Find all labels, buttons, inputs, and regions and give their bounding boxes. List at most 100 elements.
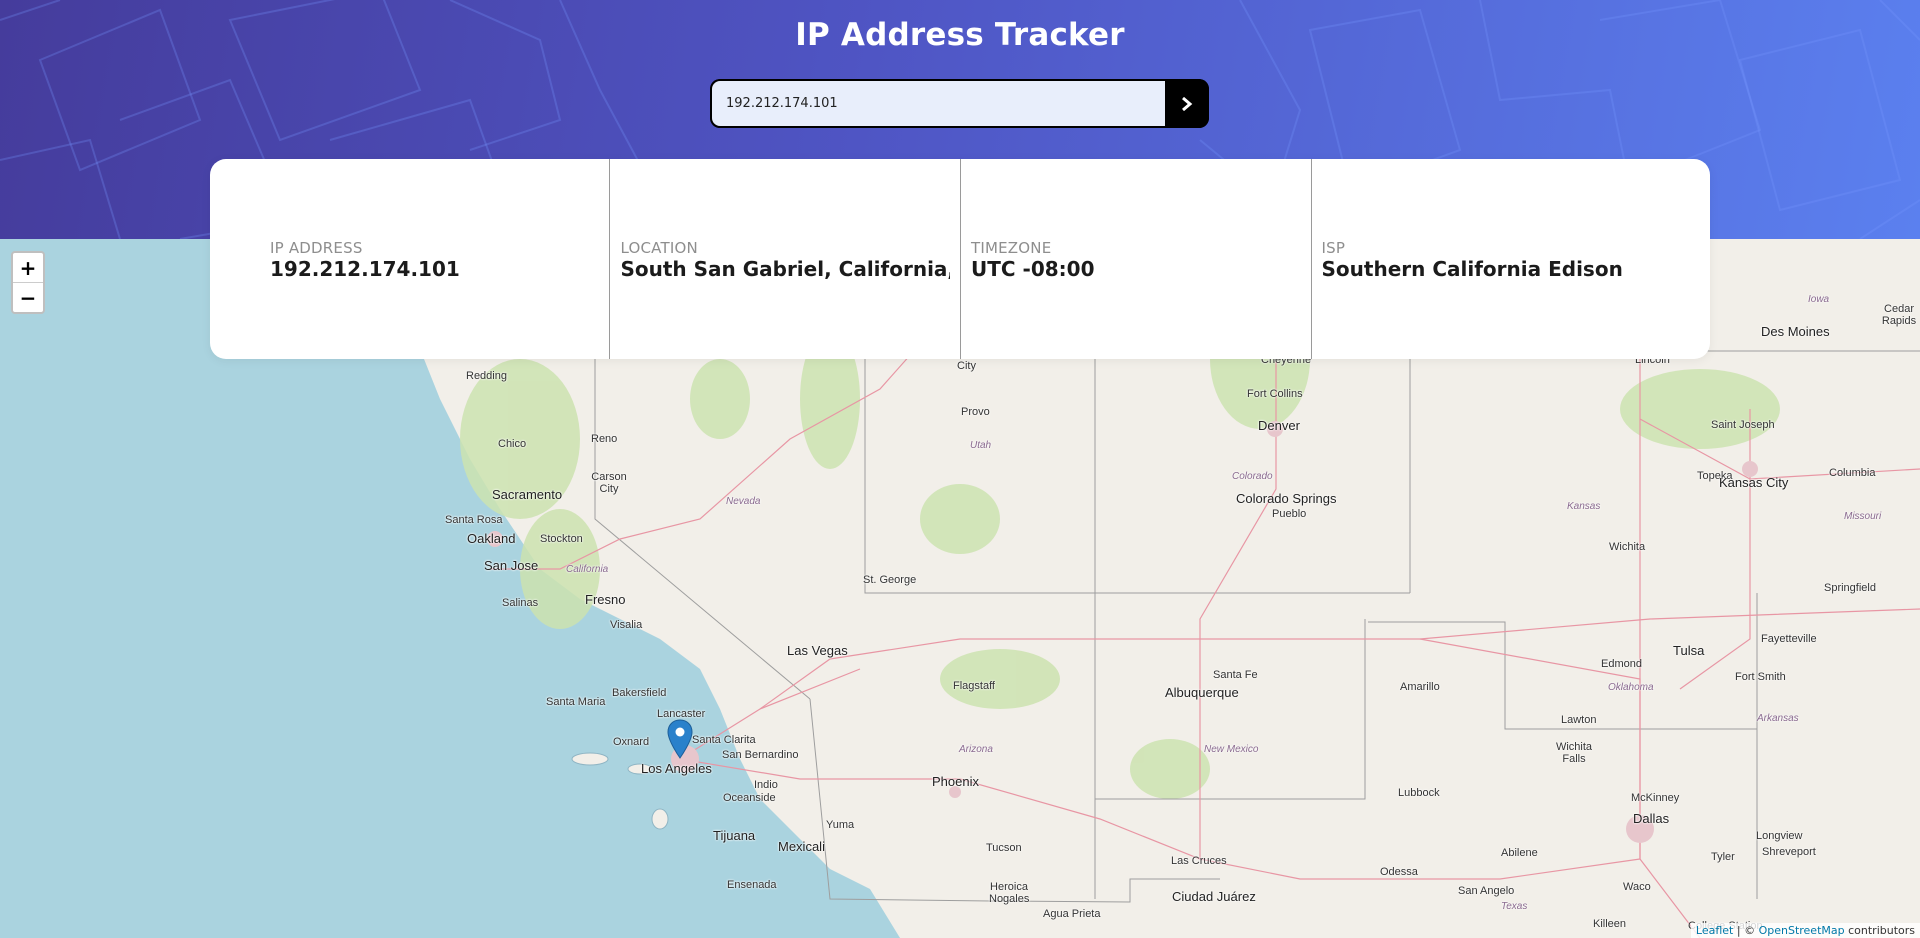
- info-value: UTC -08:00: [971, 257, 1095, 281]
- map-label: Colorado Springs: [1236, 491, 1337, 506]
- map-label: Agua Prieta: [1043, 908, 1101, 920]
- map-label: Longview: [1756, 830, 1803, 842]
- info-label: TIMEZONE: [971, 239, 1052, 257]
- map-label: Lubbock: [1398, 787, 1440, 799]
- map-label: Provo: [961, 406, 990, 418]
- map-label: Las Cruces: [1171, 855, 1227, 867]
- map-label: Oxnard: [613, 736, 650, 748]
- map-label: Dallas: [1633, 811, 1670, 826]
- map-label: Flagstaff: [953, 680, 995, 692]
- info-label: LOCATION: [620, 239, 698, 257]
- map-label: Carson City: [591, 471, 627, 495]
- map-label: Santa Rosa: [445, 514, 503, 526]
- map-label: Shreveport: [1762, 846, 1816, 858]
- map-label: Santa Clarita: [692, 734, 756, 746]
- map-label: Fort Smith: [1735, 671, 1786, 683]
- map-label: Visalia: [610, 619, 643, 631]
- map-label: Fort Collins: [1247, 388, 1303, 400]
- map-label: Killeen: [1593, 918, 1627, 930]
- map-label: Albuquerque: [1165, 685, 1239, 700]
- location-marker-icon[interactable]: [667, 719, 693, 759]
- leaflet-link[interactable]: Leaflet: [1696, 924, 1733, 937]
- map-label: Santa Maria: [546, 696, 606, 708]
- page-title: IP Address Tracker: [795, 17, 1125, 53]
- map-label: Oklahoma: [1608, 682, 1654, 693]
- map-label: Amarillo: [1400, 681, 1440, 693]
- map-label: San Jose: [484, 558, 539, 573]
- map-label: Tijuana: [713, 828, 756, 843]
- search-submit-button[interactable]: [1165, 79, 1209, 128]
- osm-link[interactable]: OpenStreetMap: [1759, 924, 1845, 937]
- map-label: Indio: [754, 779, 778, 791]
- map-label: Arizona: [959, 744, 993, 755]
- map-label: Colorado: [1232, 471, 1273, 482]
- map-label: Oakland: [467, 531, 516, 546]
- map-label: McKinney: [1631, 792, 1680, 804]
- attribution-suffix: contributors: [1844, 924, 1915, 937]
- map-label: Bakersfield: [612, 687, 667, 699]
- map-label: Edmond: [1601, 658, 1642, 670]
- info-label: ISP: [1321, 239, 1346, 257]
- chevron-right-icon: [1182, 96, 1193, 111]
- map-label: Tyler: [1711, 851, 1735, 863]
- map-label: Las Vegas: [787, 643, 848, 658]
- map-label: Utah: [970, 440, 992, 451]
- map-label: Waco: [1623, 881, 1651, 893]
- info-timezone: TIMEZONE UTC -08:00: [960, 159, 1311, 359]
- info-isp: ISP Southern California Edison: [1310, 159, 1710, 359]
- map-label: Cedar Rapids: [1881, 303, 1917, 327]
- map-label: Springfield: [1824, 582, 1876, 594]
- info-value: Southern California Edison: [1321, 257, 1623, 281]
- map-label: Ensenada: [727, 879, 777, 891]
- map-label: Texas: [1501, 901, 1528, 912]
- map-label: Kansas City: [1719, 475, 1789, 490]
- zoom-in-button[interactable]: +: [13, 253, 43, 282]
- map-label: Nevada: [726, 496, 761, 507]
- map-label: Lawton: [1561, 714, 1597, 726]
- map-label: Des Moines: [1761, 324, 1830, 339]
- map-label: San Bernardino: [722, 749, 799, 761]
- info-ip-address: IP ADDRESS 192.212.174.101: [210, 159, 609, 359]
- info-value: South San Gabriel, California,: [620, 257, 951, 281]
- map-label: Sacramento: [492, 487, 563, 502]
- map-label: City: [957, 360, 976, 372]
- map-label: Fresno: [585, 592, 626, 607]
- map-label: Fayetteville: [1761, 633, 1817, 645]
- map-label: Reno: [591, 433, 618, 445]
- ip-info-card: IP ADDRESS 192.212.174.101 LOCATION Sout…: [210, 159, 1710, 359]
- map-label: Mexicali: [778, 839, 825, 854]
- map-label: Tucson: [986, 842, 1022, 854]
- ip-search-form: [710, 79, 1209, 128]
- map-label: Arkansas: [1757, 713, 1799, 724]
- map-label: Tulsa: [1673, 643, 1705, 658]
- map-label: Los Angeles: [641, 761, 712, 776]
- map-label: Chico: [498, 438, 527, 450]
- map-label: Santa Fe: [1213, 669, 1258, 681]
- map-label: Saint Joseph: [1711, 419, 1775, 431]
- map-label: Odessa: [1380, 866, 1418, 878]
- map-label: New Mexico: [1204, 744, 1259, 755]
- map-label: Iowa: [1808, 294, 1830, 305]
- map-label: Kansas: [1567, 501, 1601, 512]
- ip-search-input[interactable]: [710, 79, 1165, 128]
- map-label: Redding: [466, 370, 507, 382]
- map-label: Wichita Falls: [1555, 741, 1593, 765]
- map-label: Stockton: [540, 533, 583, 545]
- map-label: San Angelo: [1458, 885, 1515, 897]
- map-label: Wichita: [1609, 541, 1646, 553]
- zoom-control: + −: [11, 251, 45, 314]
- map-label: Oceanside: [723, 792, 776, 804]
- map-label: Yuma: [826, 819, 855, 831]
- map-label: Denver: [1258, 418, 1300, 433]
- map-label: Phoenix: [932, 774, 979, 789]
- map-attribution: Leaflet | © OpenStreetMap contributors: [1690, 923, 1920, 938]
- map-label: St. George: [863, 574, 917, 586]
- info-label: IP ADDRESS: [270, 239, 363, 257]
- map-label: Pueblo: [1272, 508, 1307, 520]
- map-label: Salinas: [502, 597, 539, 609]
- info-location: LOCATION South San Gabriel, California,: [609, 159, 960, 359]
- attribution-separator: | ©: [1733, 924, 1759, 937]
- map-label: California: [566, 564, 609, 575]
- map-label: Missouri: [1844, 511, 1882, 522]
- zoom-out-button[interactable]: −: [13, 282, 43, 312]
